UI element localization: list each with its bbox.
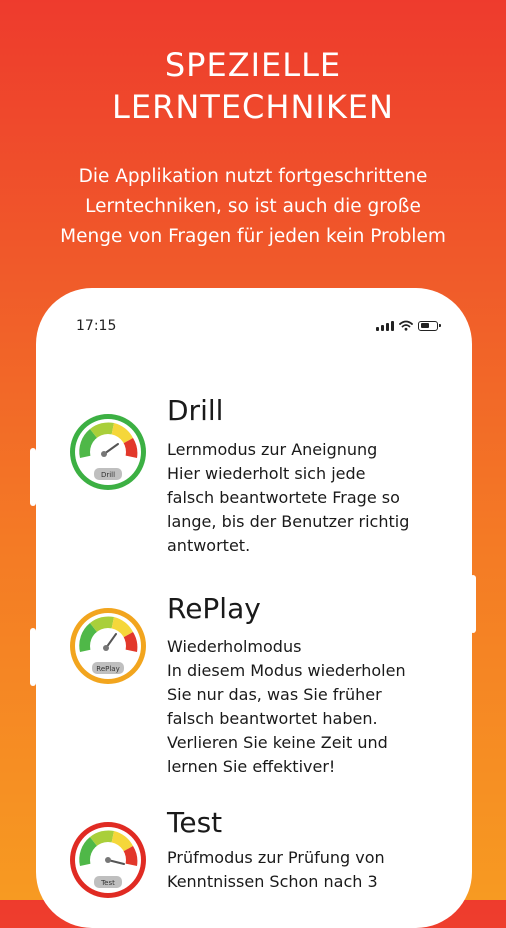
mode-replay-title: RePlay [167, 592, 261, 625]
battery-icon [418, 320, 441, 331]
mode-drill-description: Lernmodus zur Aneignung Hier wiederholt … [167, 440, 410, 555]
signal-icon [376, 320, 394, 331]
mode-test-title: Test [167, 806, 223, 839]
wifi-icon [399, 320, 413, 331]
mode-test-description: Prüfmodus zur Prüfung von Kenntnissen Sc… [167, 848, 385, 891]
headline-line-2: LERNTECHNIKEN [112, 88, 394, 126]
phone-screen: 17:15 Drill Drill Lernmodus zur Aneignun [36, 288, 472, 928]
subtitle-line-3: Menge von Fragen für jeden kein Problem [60, 226, 446, 247]
promo-subtitle: Die Applikation nutzt fortgeschrittene L… [8, 162, 498, 252]
mode-drill-title: Drill [167, 394, 224, 427]
gauge-replay-label: RePlay [96, 665, 119, 673]
status-time: 17:15 [76, 318, 117, 334]
status-icons [376, 320, 441, 331]
gauge-replay-icon: RePlay [70, 608, 146, 684]
gauge-test-icon: Test [70, 822, 146, 898]
mode-replay-description: Wiederholmodus In diesem Modus wiederhol… [167, 637, 406, 776]
subtitle-line-1: Die Applikation nutzt fortgeschrittene [78, 166, 428, 187]
gauge-drill-icon: Drill [70, 414, 146, 490]
gauge-drill-label: Drill [101, 471, 115, 479]
subtitle-line-2: Lerntechniken, so ist auch die große [85, 196, 421, 217]
headline-line-1: SPEZIELLE [164, 46, 342, 84]
promo-headline: SPEZIELLE LERNTECHNIKEN [0, 44, 506, 128]
gauge-test-label: Test [100, 879, 115, 887]
